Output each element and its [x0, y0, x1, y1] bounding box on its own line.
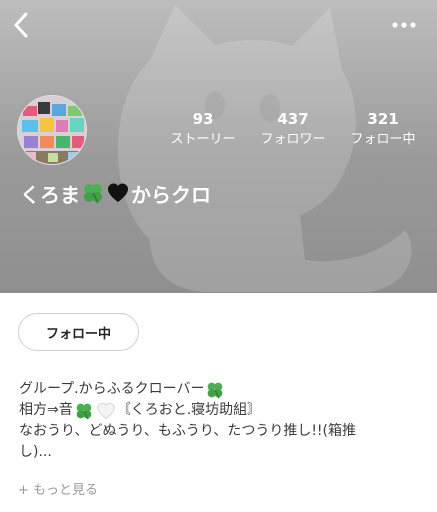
bio-text: なおうり、どぬうり、もふうり、たつうり推し!!(箱推	[19, 423, 357, 439]
stat-label: フォロワー	[260, 132, 326, 147]
profile-bio: グループ.からふるクローバー 相方⇒音 〘くろおと.寝坊助組〙 なおうり、どぬう…	[19, 379, 424, 463]
profile-header: 93 ストーリー 437 フォロワー 321 フォロー中 くろま からクロ	[0, 0, 437, 293]
profile-name: くろま からクロ	[20, 176, 211, 210]
show-more-link[interactable]: + もっと見る	[18, 478, 98, 498]
stat-following[interactable]: 321 フォロー中	[338, 110, 428, 150]
more-horizontal-icon	[392, 22, 416, 28]
chevron-left-icon	[14, 12, 28, 38]
avatar[interactable]	[17, 95, 87, 165]
bio-text: 〘くろおと.寝坊助組〙	[116, 402, 262, 418]
bio-line-2: 相方⇒音 〘くろおと.寝坊助組〙	[19, 400, 424, 421]
four-leaf-clover-icon	[81, 181, 105, 205]
bio-line-4: し)...	[19, 442, 424, 463]
stat-value: 437	[277, 110, 309, 128]
bio-text: 相方⇒音	[19, 402, 73, 418]
bio-text: グループ.からふるクローバー	[19, 381, 205, 397]
back-button[interactable]	[6, 8, 36, 42]
stat-label: フォロー中	[350, 132, 416, 147]
bio-line-3: なおうり、どぬうり、もふうり、たつうり推し!!(箱推	[19, 421, 424, 442]
show-more-label: + もっと見る	[18, 482, 99, 498]
black-heart-icon	[106, 181, 130, 205]
stat-stories[interactable]: 93 ストーリー	[158, 110, 248, 150]
following-button[interactable]: フォロー中	[18, 313, 139, 351]
bio-text: し)...	[19, 444, 52, 460]
profile-body: フォロー中 グループ.からふるクローバー 相方⇒音 〘くろおと.寝坊助組〙 なお…	[0, 293, 437, 512]
more-options-button[interactable]	[386, 10, 422, 40]
stat-value: 93	[192, 110, 214, 128]
four-leaf-clover-icon	[205, 380, 225, 400]
profile-name-part1: くろま	[20, 182, 80, 207]
stat-value: 321	[367, 110, 399, 128]
profile-name-part2: からクロ	[131, 182, 211, 207]
stat-followers[interactable]: 437 フォロワー	[248, 110, 338, 150]
white-heart-icon	[96, 401, 116, 421]
avatar-image	[18, 96, 86, 164]
four-leaf-clover-icon	[74, 401, 94, 421]
stat-label: ストーリー	[170, 132, 236, 147]
bio-line-1: グループ.からふるクローバー	[19, 379, 424, 400]
